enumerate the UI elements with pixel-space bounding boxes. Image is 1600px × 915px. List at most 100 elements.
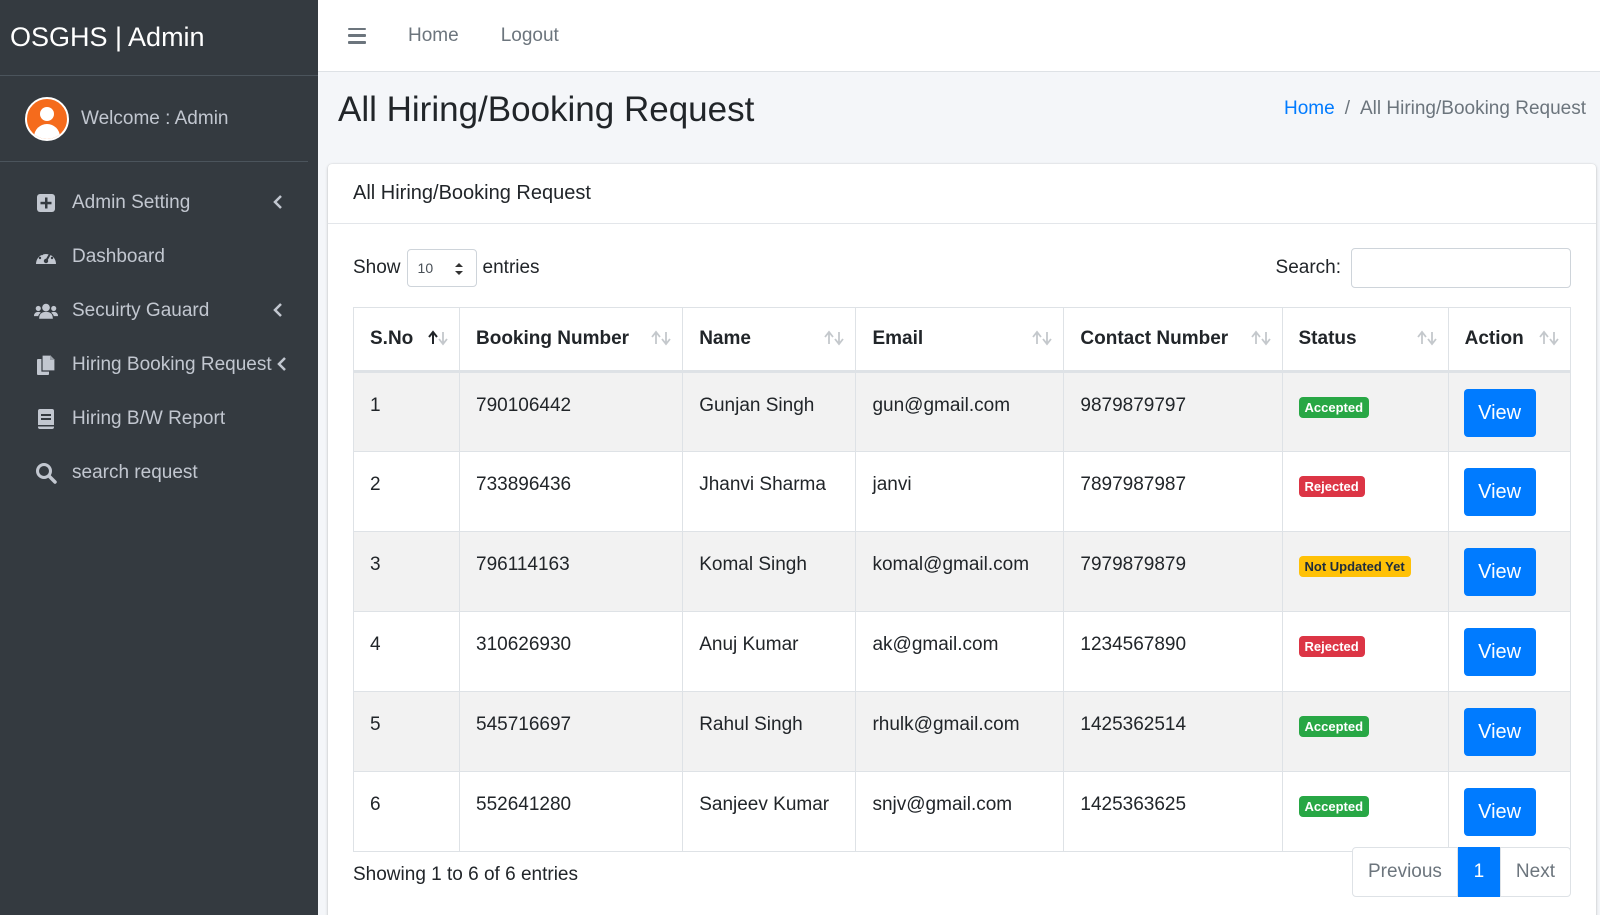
sidebar-item-dashboard[interactable]: Dashboard (0, 230, 318, 284)
cell-email: gun@gmail.com (855, 371, 1065, 452)
search-icon (34, 461, 58, 485)
cell-status: Accepted (1281, 371, 1449, 452)
entries-select[interactable]: 10 (406, 249, 477, 287)
cell-contact: 1425362514 (1063, 691, 1283, 772)
top-navbar: Home Logout (318, 0, 1600, 72)
cell-name: Rahul Singh (682, 691, 857, 772)
plus-square-icon (34, 191, 58, 215)
view-button[interactable]: View (1463, 548, 1536, 596)
cell-action: View (1447, 771, 1572, 852)
dashboard-gauge-icon (34, 245, 58, 269)
cell-booking-number: 790106442 (458, 371, 684, 452)
cell-contact: 1234567890 (1063, 611, 1283, 692)
column-header-name[interactable]: Name (682, 307, 857, 373)
status-badge: Rejected (1298, 476, 1365, 497)
sidebar-item-label: Secuirty Gauard (72, 300, 210, 321)
cell-sno: 3 (353, 531, 460, 612)
sort-icon (1539, 330, 1559, 346)
sidebar-item-label: search request (72, 462, 198, 483)
status-badge: Accepted (1298, 796, 1370, 817)
user-welcome[interactable]: Welcome : Admin (81, 108, 228, 130)
sidebar-item-hiring-booking-request[interactable]: Hiring Booking Request (0, 338, 318, 392)
sidebar: OSGHS | Admin Welcome : Admin Admin Sett… (0, 0, 318, 915)
status-badge: Rejected (1298, 636, 1365, 657)
nav-logout-link[interactable]: Logout (501, 25, 559, 47)
cell-name: Komal Singh (682, 531, 857, 612)
page-1-button[interactable]: 1 (1457, 847, 1500, 897)
table-info: Showing 1 to 6 of 6 entries (353, 864, 578, 885)
view-button[interactable]: View (1463, 788, 1536, 836)
sidebar-item-security-guard[interactable]: Secuirty Gauard (0, 284, 318, 338)
users-icon (34, 299, 58, 323)
sidebar-item-label: Hiring Booking Request (72, 354, 272, 375)
cell-status: Rejected (1281, 451, 1449, 532)
cell-action: View (1447, 691, 1572, 772)
cell-sno: 1 (353, 371, 460, 452)
column-header-action[interactable]: Action (1447, 307, 1572, 373)
entries-select-value: 10 (417, 260, 434, 276)
column-header-contact-number[interactable]: Contact Number (1063, 307, 1283, 373)
status-badge: Not Updated Yet (1298, 556, 1411, 577)
cell-booking-number: 545716697 (458, 691, 684, 772)
menu-toggle-icon[interactable] (348, 27, 366, 44)
nav-home-link[interactable]: Home (408, 25, 459, 47)
view-button[interactable]: View (1463, 708, 1536, 756)
select-arrows-icon (454, 263, 463, 275)
column-header-status[interactable]: Status (1281, 307, 1449, 373)
cell-sno: 6 (353, 771, 460, 852)
next-page-button[interactable]: Next (1499, 847, 1571, 897)
view-button[interactable]: View (1463, 389, 1536, 437)
breadcrumb-home-link[interactable]: Home (1284, 98, 1335, 120)
avatar[interactable] (25, 96, 69, 141)
cell-name: Gunjan Singh (682, 371, 857, 452)
table-controls: Show 10 entries Search: (353, 248, 1571, 288)
table-row: 1 790106442 Gunjan Singh gun@gmail.com 9… (353, 371, 1572, 452)
status-badge: Accepted (1298, 397, 1370, 418)
breadcrumb: Home / All Hiring/Booking Request (1284, 98, 1586, 120)
table-row: 5 545716697 Rahul Singh rhulk@gmail.com … (353, 691, 1572, 772)
show-label: Show (353, 257, 401, 278)
cell-email: snjv@gmail.com (855, 771, 1065, 852)
cell-action: View (1447, 451, 1572, 532)
table-row: 6 552641280 Sanjeev Kumar snjv@gmail.com… (353, 771, 1572, 852)
sort-icon (1416, 330, 1437, 346)
table-row: 3 796114163 Komal Singh komal@gmail.com … (353, 531, 1572, 612)
cell-contact: 7979879879 (1063, 531, 1283, 612)
cell-contact: 1425363625 (1063, 771, 1283, 852)
cell-booking-number: 733896436 (458, 451, 684, 532)
sort-icon (1250, 330, 1271, 346)
cell-name: Jhanvi Sharma (682, 451, 857, 532)
cell-contact: 9879879797 (1063, 371, 1283, 452)
cell-sno: 4 (353, 611, 460, 692)
brand-logo[interactable]: OSGHS | Admin (0, 0, 318, 76)
cell-name: Sanjeev Kumar (682, 771, 857, 852)
view-button[interactable]: View (1463, 468, 1536, 516)
search-input[interactable] (1351, 248, 1571, 288)
sort-asc-icon (428, 330, 448, 346)
sort-icon (1032, 330, 1053, 346)
cell-name: Anuj Kumar (682, 611, 857, 692)
breadcrumb-separator: / (1344, 98, 1350, 119)
column-header-booking-number[interactable]: Booking Number (458, 307, 684, 373)
sidebar-item-admin-setting[interactable]: Admin Setting (0, 176, 318, 230)
cell-email: rhulk@gmail.com (855, 691, 1065, 772)
page-title: All Hiring/Booking Request (338, 90, 755, 129)
sidebar-item-hiring-report[interactable]: Hiring B/W Report (0, 392, 318, 446)
status-badge: Accepted (1298, 716, 1370, 737)
requests-card: All Hiring/Booking Request Show 10 entri… (328, 164, 1596, 915)
card-title: All Hiring/Booking Request (328, 164, 1596, 224)
table-header-row: S.No Booking Number Name Email Contact N… (353, 307, 1572, 373)
chevron-left-icon (273, 303, 282, 317)
cell-status: Accepted (1281, 771, 1449, 852)
view-button[interactable]: View (1463, 628, 1536, 676)
cell-action: View (1447, 611, 1572, 692)
sort-icon (651, 330, 671, 346)
previous-page-button[interactable]: Previous (1352, 847, 1458, 897)
sidebar-item-label: Admin Setting (72, 192, 191, 213)
column-header-email[interactable]: Email (855, 307, 1065, 373)
table-row: 2 733896436 Jhanvi Sharma janvi 78979879… (353, 451, 1572, 532)
sidebar-item-search-request[interactable]: search request (0, 446, 318, 500)
column-header-sno[interactable]: S.No (353, 307, 460, 373)
cell-sno: 2 (353, 451, 460, 532)
breadcrumb-current: All Hiring/Booking Request (1359, 98, 1586, 119)
